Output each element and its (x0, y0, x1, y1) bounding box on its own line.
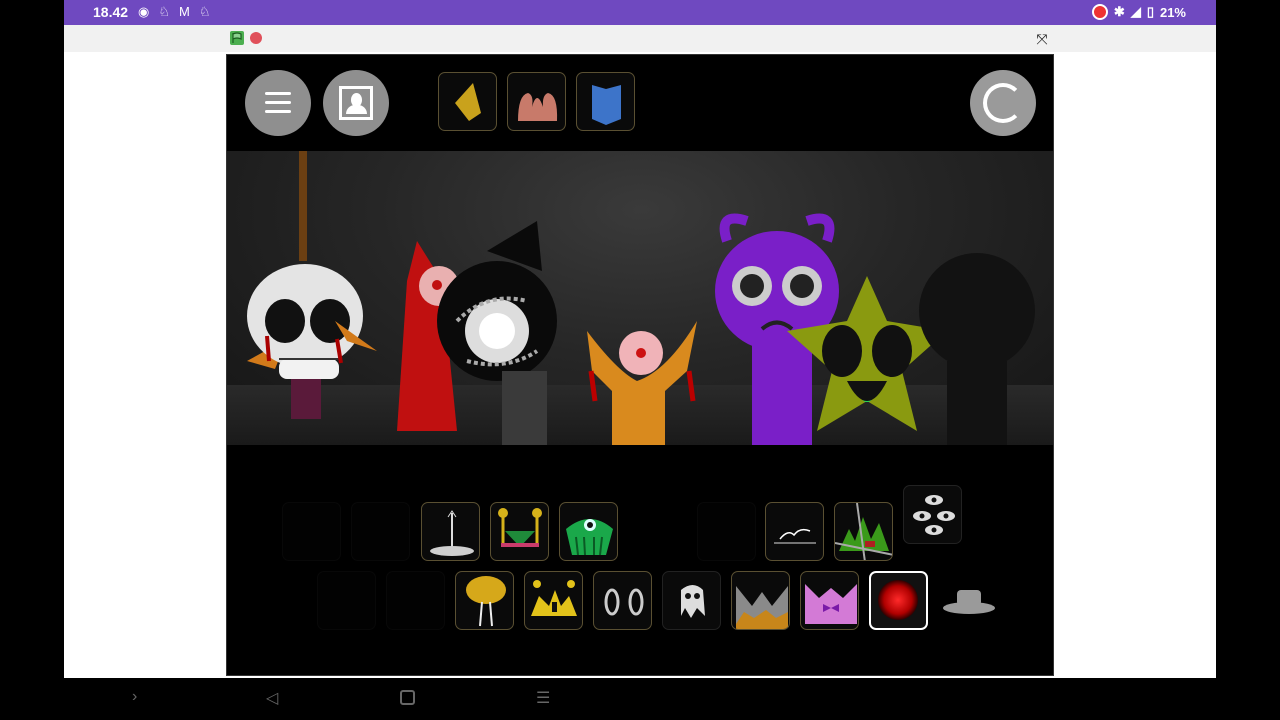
crown-icon (531, 580, 577, 616)
skull-character[interactable] (227, 251, 387, 431)
game-stage (226, 54, 1054, 676)
pink-hands-tile[interactable] (507, 72, 566, 131)
green-flag-icon[interactable] (230, 31, 244, 45)
navigation-bar: › ◁ ☰ (0, 678, 1280, 720)
grey-spikes-tile[interactable] (731, 571, 790, 630)
chevron-right-icon[interactable]: › (132, 688, 137, 706)
stop-icon[interactable] (250, 32, 262, 44)
bolts-icon (498, 508, 542, 547)
yellow-diamond-tile[interactable] (438, 72, 497, 131)
gmail-icon: M (179, 4, 190, 19)
status-bar: 18.42 ◉ ♘ M ♘ ✱ ◢ ▯ 21% (64, 0, 1216, 25)
portrait-button[interactable] (323, 70, 389, 136)
empty-slot (351, 502, 410, 561)
white-eyes-icon (604, 588, 644, 616)
portrait-icon (339, 86, 373, 120)
menu-icon-line (265, 101, 291, 104)
triple-eyes-tile[interactable] (903, 485, 962, 544)
green-spikes-tile[interactable] (834, 502, 893, 561)
empty-slot (282, 502, 341, 561)
recents-icon[interactable]: ☰ (536, 688, 550, 708)
diamond-icon (455, 83, 481, 121)
battery-percent: 21% (1159, 4, 1186, 20)
spikes-icon (835, 503, 892, 560)
shadow-character[interactable] (907, 251, 1047, 445)
shield-icon (592, 85, 621, 125)
grey-hat-tile[interactable] (938, 571, 997, 630)
green-eye-tile[interactable] (559, 502, 618, 561)
screen-record-icon (1091, 4, 1108, 20)
eyes-icon (913, 495, 955, 535)
grey-spikes-icon (736, 586, 788, 629)
antenna-tile[interactable] (421, 502, 480, 561)
vpn-icon: ◉ (138, 4, 150, 19)
red-orb-tile[interactable] (869, 571, 928, 630)
home-icon[interactable] (400, 690, 415, 705)
white-eyes-tile[interactable] (593, 571, 652, 630)
bow-icon (805, 584, 857, 624)
yellow-crown-tile[interactable] (524, 571, 583, 630)
notification-icon: ♘ (198, 4, 211, 19)
menu-icon-line (265, 92, 291, 95)
yellow-bolts-tile[interactable] (490, 502, 549, 561)
ghost-face-tile[interactable] (662, 571, 721, 630)
character-scene (227, 151, 1053, 445)
reset-button[interactable] (970, 70, 1036, 136)
battery-icon: ▯ (1146, 4, 1154, 19)
mushroom-icon (466, 576, 506, 627)
red-orb-icon (878, 580, 918, 620)
black-cat-orb-character[interactable] (427, 211, 567, 445)
reset-icon (983, 83, 1023, 123)
empty-slot (386, 571, 445, 630)
antenna-icon (430, 510, 474, 556)
hands-icon (518, 93, 558, 121)
fullscreen-exit-icon[interactable]: ⤧ (1033, 30, 1051, 48)
bluetooth-icon: ✱ (1113, 4, 1125, 19)
menu-icon-line (265, 110, 291, 113)
empty-slot (317, 571, 376, 630)
hat-icon (943, 590, 995, 614)
empty-slot (697, 502, 756, 561)
back-icon[interactable]: ◁ (266, 688, 278, 708)
menu-button[interactable] (245, 70, 311, 136)
player-controls-bar: ⤧ (64, 25, 1216, 52)
orange-eye-character[interactable] (577, 311, 707, 445)
blue-shield-tile[interactable] (576, 72, 635, 131)
ghost-icon (681, 585, 705, 618)
mushroom-tile[interactable] (455, 571, 514, 630)
status-time: 18.42 (93, 4, 129, 20)
notification-icon: ♘ (158, 4, 170, 19)
scribble-icon (774, 528, 816, 544)
pink-bow-tile[interactable] (800, 571, 859, 630)
green-eye-icon (566, 519, 613, 556)
wifi-icon: ◢ (1130, 4, 1141, 19)
scribble-tile[interactable] (765, 502, 824, 561)
